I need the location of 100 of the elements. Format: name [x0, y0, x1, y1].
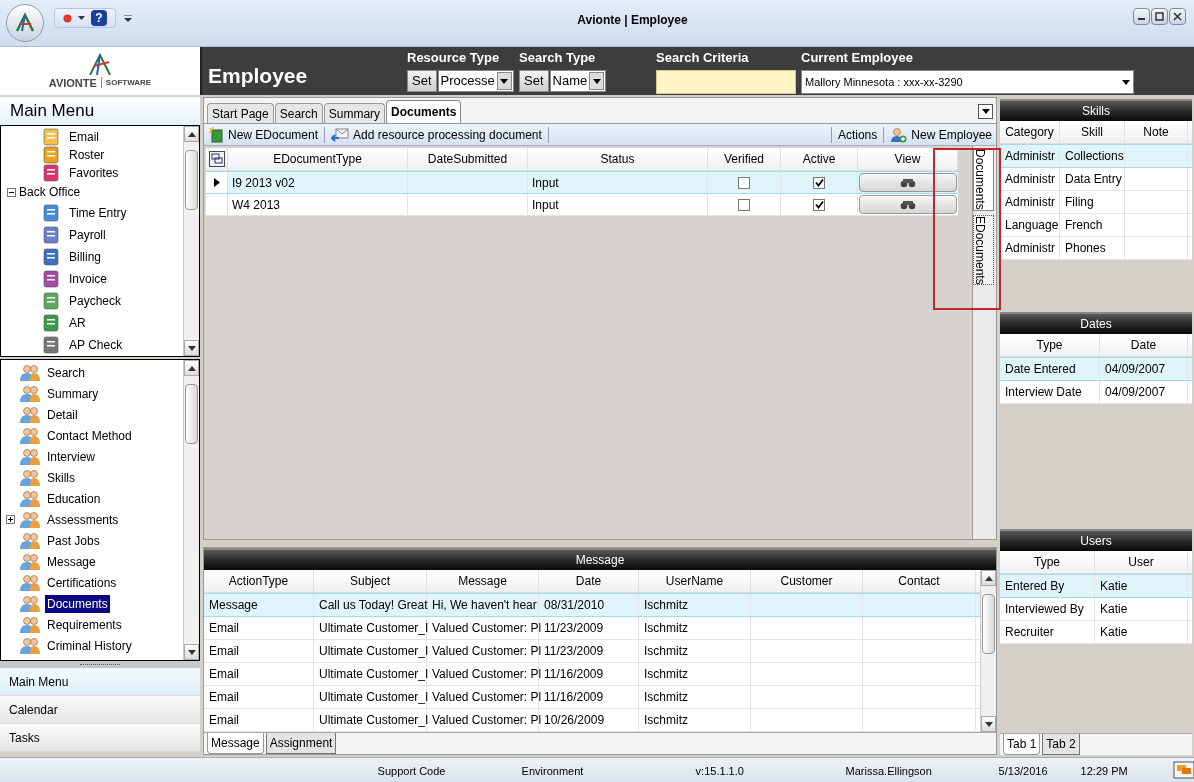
up-arrow-icon[interactable]	[984, 575, 993, 581]
tree-item[interactable]: Criminal History	[45, 636, 134, 655]
chat-icon[interactable]	[1173, 761, 1194, 779]
tree-item[interactable]: Certifications	[45, 573, 119, 592]
column-header[interactable]: Skill	[1060, 121, 1125, 143]
table-row[interactable]: Email Ultimate Customer_I Valued Customer: Pl 11/16/2009 Ischmitz	[204, 686, 980, 709]
checkbox[interactable]	[738, 176, 750, 189]
toolbar-button[interactable]: New EDocument	[208, 125, 319, 144]
nav-button[interactable]: Main Menu	[0, 668, 200, 696]
tree-item[interactable]: Roster	[69, 146, 105, 164]
table-row[interactable]: Entered By Katie	[1000, 574, 1192, 598]
tab[interactable]: Summary	[323, 103, 386, 123]
actions-menu[interactable]: Actions	[837, 125, 878, 144]
tab-menu-button[interactable]	[978, 104, 993, 119]
splitter-grip[interactable]	[0, 661, 200, 668]
scrollbar[interactable]	[183, 360, 199, 660]
set-button[interactable]: Set	[519, 70, 549, 93]
tab[interactable]: Tab 2	[1042, 734, 1080, 755]
column-header[interactable]: Subject	[314, 570, 427, 592]
scrollbar-thumb[interactable]	[185, 384, 198, 444]
tab[interactable]: Assignment	[265, 733, 337, 754]
table-row[interactable]: Administr Collections	[1000, 144, 1192, 168]
checkbox[interactable]	[738, 198, 750, 211]
down-arrow-icon[interactable]	[984, 721, 993, 727]
table-row[interactable]: Administr Data Entry	[1000, 168, 1192, 191]
tab[interactable]: Message	[207, 733, 264, 754]
caret-icon[interactable]	[78, 16, 85, 20]
tree-item[interactable]: Invoice	[69, 270, 108, 288]
expand-toggle[interactable]	[6, 515, 15, 524]
checkbox[interactable]	[813, 176, 825, 189]
tree-item[interactable]: Email	[69, 128, 99, 146]
column-header[interactable]: ActionType	[204, 570, 314, 592]
scrollbar[interactable]	[980, 570, 996, 732]
tab[interactable]: Search	[274, 103, 323, 123]
dropdown[interactable]: Name	[549, 70, 607, 93]
employee-dropdown[interactable]: Mallory Minnesota : xxx-xx-3290	[801, 70, 1134, 95]
tree-item[interactable]: Education	[45, 489, 103, 508]
table-row[interactable]: Date Entered 04/09/2007	[1000, 357, 1192, 381]
tree-item[interactable]: Skills	[45, 468, 77, 487]
toolbar-button[interactable]: New Employee	[890, 125, 992, 144]
view-button[interactable]	[859, 173, 957, 192]
up-arrow-icon[interactable]	[187, 365, 196, 371]
tab[interactable]: Start Page	[207, 103, 274, 123]
customize-caret-icon[interactable]	[124, 15, 132, 23]
column-chooser-icon[interactable]	[208, 151, 225, 167]
column-header[interactable]: UserName	[639, 570, 751, 592]
column-header[interactable]: View	[858, 148, 958, 170]
caret-icon[interactable]	[500, 78, 509, 84]
column-header[interactable]: Message	[427, 570, 539, 592]
dropdown-arrow-icon[interactable]	[1122, 79, 1130, 85]
tree-item[interactable]: Requirements	[45, 615, 124, 634]
tree-item[interactable]: Message	[45, 552, 98, 571]
up-arrow-icon[interactable]	[187, 131, 196, 137]
tree-item[interactable]: Documents	[45, 594, 110, 613]
table-row[interactable]: Interview Date 04/09/2007	[1000, 381, 1192, 404]
column-header[interactable]: Active	[781, 148, 858, 170]
tree-item[interactable]: AP Check	[69, 336, 123, 354]
table-row[interactable]: W4 2013 Input	[206, 194, 958, 216]
down-arrow-icon[interactable]	[187, 345, 196, 351]
view-button[interactable]	[859, 195, 957, 214]
scrollbar-thumb[interactable]	[185, 150, 198, 210]
column-header[interactable]: Type	[1000, 334, 1100, 356]
tree-item[interactable]: Detail	[45, 405, 80, 424]
nav-button[interactable]: Calendar	[0, 696, 200, 724]
column-header[interactable]: Contact	[863, 570, 976, 592]
tree-item[interactable]: Contact Method	[45, 426, 134, 445]
column-header[interactable]: Customer	[751, 570, 863, 592]
table-row[interactable]: I9 2013 v02 Input	[206, 171, 958, 194]
table-row[interactable]: Interviewed By Katie	[1000, 598, 1192, 621]
column-header[interactable]: Date	[1100, 334, 1188, 356]
column-header[interactable]: Type	[1000, 551, 1095, 573]
tree-item[interactable]: Interview	[45, 447, 98, 466]
scrollbar[interactable]	[183, 126, 199, 356]
side-tab[interactable]: Documents	[973, 148, 994, 211]
scrollbar-thumb[interactable]	[982, 594, 995, 654]
tree-item[interactable]: Billing	[69, 248, 101, 266]
maximize-button[interactable]	[1151, 8, 1168, 25]
table-row[interactable]: Email Ultimate Customer_I Valued Customer: Pl 11/23/2009 Ischmitz	[204, 640, 980, 663]
table-row[interactable]: Language French	[1000, 214, 1192, 237]
tree-item[interactable]: Paycheck	[69, 292, 122, 310]
collapse-toggle[interactable]	[7, 187, 16, 197]
column-header[interactable]: Category	[1000, 121, 1060, 143]
tree-item[interactable]: Past Jobs	[45, 531, 102, 550]
tree-item[interactable]: Favorites	[69, 164, 119, 182]
table-row[interactable]: Administr Phones	[1000, 237, 1192, 260]
table-row[interactable]: Email Ultimate Customer_I Valued Customer: Pl 10/26/2009 Ischmitz	[204, 709, 980, 732]
tree-item[interactable]: Back Office	[19, 183, 81, 201]
column-header[interactable]: EDocumentType	[228, 148, 408, 170]
tab[interactable]: Tab 1	[1003, 734, 1041, 755]
tree-item[interactable]: Summary	[45, 384, 101, 403]
tab[interactable]: Documents	[386, 100, 462, 123]
column-header[interactable]: DateSubmitted	[408, 148, 528, 170]
down-arrow-icon[interactable]	[187, 649, 196, 655]
table-row[interactable]: Email Ultimate Customer_I Valued Customer: Pl 11/23/2009 Ischmitz	[204, 617, 980, 640]
caret-icon[interactable]	[592, 78, 601, 84]
close-button[interactable]	[1169, 8, 1186, 25]
column-header[interactable]: User	[1095, 551, 1188, 573]
column-header[interactable]: Note	[1125, 121, 1188, 143]
tree-item[interactable]: Time Entry	[69, 204, 127, 222]
close-icon[interactable]	[1173, 12, 1182, 21]
